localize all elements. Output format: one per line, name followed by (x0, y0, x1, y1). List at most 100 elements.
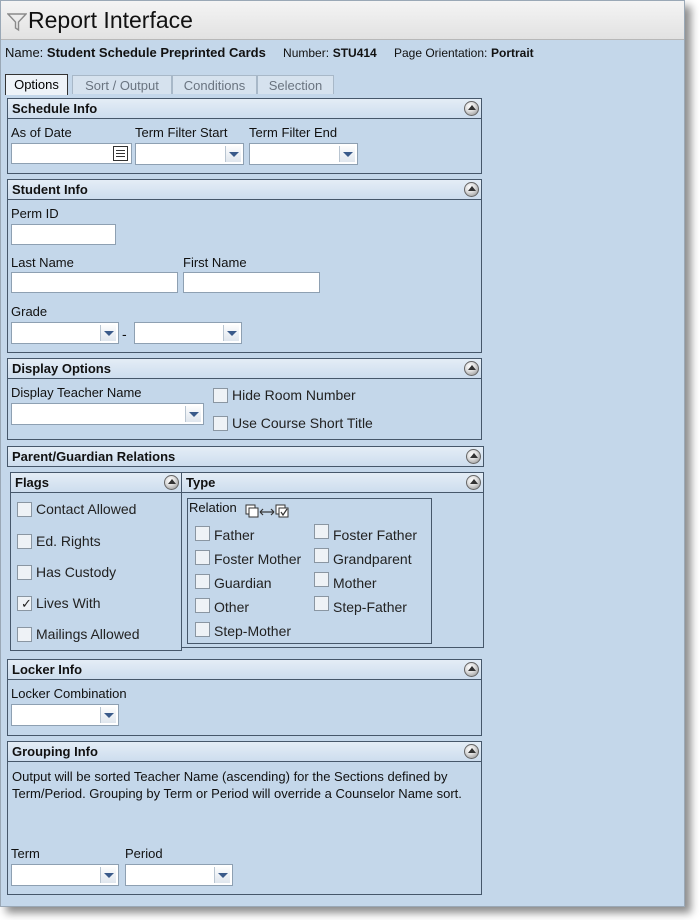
parent-guardian-title: Parent/Guardian Relations (12, 449, 176, 464)
step-mother-label: Step-Mother (214, 623, 292, 639)
period-select[interactable] (125, 864, 233, 886)
grouping-info-header[interactable]: Grouping Info (8, 742, 481, 762)
relation-label: Relation (189, 500, 237, 515)
mother-checkbox[interactable] (314, 572, 329, 587)
report-number: STU414 (332, 46, 377, 60)
chevron-down-icon[interactable] (100, 707, 116, 723)
display-options-header[interactable]: Display Options (8, 359, 481, 379)
as-of-date-input[interactable] (11, 143, 132, 164)
check-mark-icon: ✓ (21, 596, 32, 611)
display-teacher-name-label: Display Teacher Name (11, 385, 142, 400)
term-label: Term (11, 846, 40, 861)
report-header: Name: Student Schedule Preprinted Cards … (5, 45, 534, 60)
collapse-icon[interactable] (466, 475, 481, 490)
collapse-icon[interactable] (466, 449, 481, 464)
collapse-icon[interactable] (164, 475, 179, 490)
foster-father-checkbox[interactable] (314, 524, 329, 539)
type-title: Type (186, 475, 216, 490)
first-name-input[interactable] (183, 272, 320, 293)
collapse-icon[interactable] (464, 361, 479, 376)
grouping-info-title: Grouping Info (12, 744, 98, 759)
grandparent-label: Grandparent (333, 551, 412, 567)
parent-guardian-header[interactable]: Parent/Guardian Relations (7, 446, 484, 467)
guardian-checkbox[interactable] (195, 574, 210, 589)
student-info-header[interactable]: Student Info (8, 180, 481, 200)
step-father-checkbox[interactable] (314, 596, 329, 611)
contact-allowed-label: Contact Allowed (36, 501, 137, 517)
number-label: Number: (283, 46, 330, 60)
chevron-down-icon[interactable] (100, 325, 116, 341)
flags-header[interactable]: Flags (11, 473, 181, 493)
perm-id-label: Perm ID (11, 206, 59, 221)
chevron-down-icon[interactable] (185, 406, 201, 422)
flags-panel: Flags Contact Allowed Ed. Rights Has Cus… (10, 472, 182, 651)
orientation-label: Page Orientation: (393, 46, 488, 60)
tab-selection[interactable]: Selection (257, 75, 334, 94)
report-name: Student Schedule Preprinted Cards (46, 45, 266, 60)
chevron-down-icon[interactable] (225, 146, 241, 162)
window-title: Report Interface (28, 7, 193, 33)
father-label: Father (214, 527, 255, 543)
locker-info-panel: Locker Info Locker Combination (7, 659, 482, 736)
has-custody-checkbox[interactable] (17, 565, 32, 580)
perm-id-input[interactable] (11, 224, 116, 245)
ed-rights-checkbox[interactable] (17, 534, 32, 549)
type-panel: Type Relation Father Foster Father Foste… (181, 472, 484, 648)
use-course-short-title-checkbox[interactable] (213, 416, 228, 431)
collapse-icon[interactable] (464, 744, 479, 759)
locker-info-header[interactable]: Locker Info (8, 660, 481, 680)
schedule-info-panel: Schedule Info As of Date Term Filter Sta… (7, 98, 482, 174)
type-header[interactable]: Type (182, 473, 483, 493)
schedule-info-title: Schedule Info (12, 101, 98, 116)
contact-allowed-checkbox[interactable] (17, 502, 32, 517)
chevron-down-icon[interactable] (214, 867, 230, 883)
locker-combination-select[interactable] (11, 704, 119, 726)
grouping-description: Output will be sorted Teacher Name (asce… (12, 769, 462, 801)
other-checkbox[interactable] (195, 598, 210, 613)
tab-options[interactable]: Options (5, 74, 68, 95)
lives-with-label: Lives With (36, 595, 101, 611)
parent-guardian-panel: Parent/Guardian Relations Flags Contact … (7, 446, 484, 651)
grouping-info-panel: Grouping Info Output will be sorted Teac… (7, 741, 482, 895)
term-filter-end-select[interactable] (249, 143, 358, 165)
foster-father-label: Foster Father (333, 527, 418, 543)
calendar-icon[interactable] (113, 146, 128, 161)
term-filter-start-select[interactable] (135, 143, 244, 165)
foster-mother-checkbox[interactable] (195, 550, 210, 565)
father-checkbox[interactable] (195, 526, 210, 541)
grade-from-select[interactable] (11, 322, 119, 344)
foster-mother-label: Foster Mother (214, 551, 302, 567)
title-bar: Report Interface (1, 1, 684, 40)
chevron-down-icon[interactable] (100, 867, 116, 883)
use-course-short-title-label: Use Course Short Title (232, 415, 373, 431)
tab-conditions[interactable]: Conditions (172, 75, 257, 94)
student-info-panel: Student Info Perm ID Last Name First Nam… (7, 179, 482, 353)
collapse-icon[interactable] (464, 662, 479, 677)
grade-to-select[interactable] (134, 322, 242, 344)
schedule-info-header[interactable]: Schedule Info (8, 99, 481, 119)
ed-rights-label: Ed. Rights (36, 533, 101, 549)
step-mother-checkbox[interactable] (195, 622, 210, 637)
last-name-input[interactable] (11, 272, 178, 293)
grade-label: Grade (11, 304, 48, 319)
collapse-icon[interactable] (464, 182, 479, 197)
collapse-icon[interactable] (464, 101, 479, 116)
hide-room-number-checkbox[interactable] (213, 388, 228, 403)
mailings-allowed-label: Mailings Allowed (36, 626, 140, 642)
toggle-select-all-icon[interactable] (244, 501, 294, 519)
grade-range-separator: - (122, 326, 127, 342)
term-filter-end-label: Term Filter End (249, 125, 338, 140)
other-label: Other (214, 599, 250, 615)
lives-with-checkbox[interactable]: ✓ (17, 596, 32, 611)
display-options-title: Display Options (12, 361, 111, 376)
display-teacher-name-select[interactable] (11, 403, 204, 425)
flags-title: Flags (15, 475, 49, 490)
mailings-allowed-checkbox[interactable] (17, 627, 32, 642)
tab-sort-output[interactable]: Sort / Output (72, 75, 172, 94)
chevron-down-icon[interactable] (223, 325, 239, 341)
display-options-panel: Display Options Display Teacher Name Hid… (7, 358, 482, 440)
chevron-down-icon[interactable] (339, 146, 355, 162)
term-select[interactable] (11, 864, 119, 886)
page-orientation: Portrait (491, 46, 534, 60)
grandparent-checkbox[interactable] (314, 548, 329, 563)
